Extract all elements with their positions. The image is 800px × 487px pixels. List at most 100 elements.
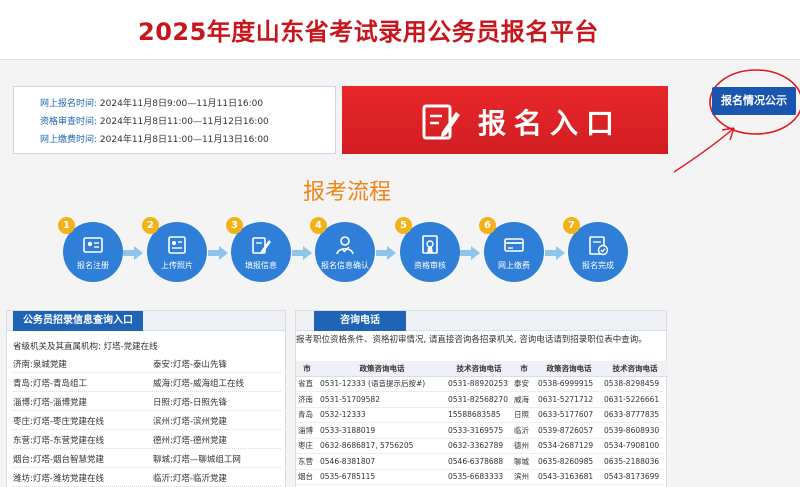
table-row: 枣庄 0632-8686817, 5756205 0632-3362789 德州 053… [296,438,668,454]
column-header: 政策咨询电话 [536,361,602,377]
table-cell: 0535-6683333 [446,469,512,485]
step-label: 报名信息确认 [321,261,369,270]
table-row: 青岛 0532-12333 15588683585 日照 0633-5177607 063… [296,407,668,423]
city-link[interactable]: 威海:灯塔-威海组工在线 [153,377,244,389]
step-label: 报名完成 [582,261,614,270]
schedule-label: 网上缴费时间: [40,135,98,145]
photo-icon [168,236,186,254]
table-cell: 0538-6999915 [536,376,602,392]
step-number: 2 [142,217,159,234]
flow-step-2[interactable]: 2 上传照片 [142,217,207,282]
list-item: 潍坊:灯塔-潍坊党建在线 临沂:灯塔-临沂党建 [13,469,281,487]
step-label: 资格审核 [414,261,446,270]
table-cell: 聊城 [512,453,536,470]
page-title: 2025年度山东省考试录用公务员报名平台 [138,18,599,46]
step-number: 7 [563,217,580,234]
payment-card-icon [504,238,524,252]
flow-title: 报考流程 [303,180,392,205]
table-cell: 0539-8608930 [602,422,668,439]
recruitment-info-panel: 公务员招录信息查询入口 省级机关及其直属机构: 灯塔-党建在线 济南:泉城党建 … [6,310,286,487]
table-cell: 青岛 [296,407,318,423]
provincial-link[interactable]: 省级机关及其直属机构: 灯塔-党建在线 [13,340,158,352]
table-row: 烟台 0535-6785115 0535-6683333 滨州 0543-3163681… [296,469,668,485]
city-link[interactable]: 东营:灯塔-东营党建在线 [13,434,104,446]
table-cell: 0531-88920253 [446,376,512,392]
step-label: 填报信息 [245,261,277,270]
city-link[interactable]: 枣庄:灯塔-枣庄党建在线 [13,415,104,427]
city-link[interactable]: 烟台:灯塔-烟台智慧党建 [13,453,104,465]
table-cell: 0531-12333 (语音提示后按#) [318,376,446,392]
city-link[interactable]: 德州:灯塔-德州党建 [153,434,227,446]
table-cell: 0631-5226661 [602,391,668,408]
panel-tab[interactable]: 咨询电话 [314,311,406,331]
city-link[interactable]: 济南:泉城党建 [13,358,67,370]
list-item: 淄博:灯塔-淄博党建 日照:灯塔-日照先锋 [13,393,281,411]
schedule-value: 2024年11月8日11:00—11月12日16:00 [99,117,269,127]
panel-tab[interactable]: 公务员招录信息查询入口 [13,311,143,331]
flow-step-5[interactable]: 5 资格审核 [395,217,460,282]
list-item: 青岛:灯塔-青岛组工 威海:灯塔-威海组工在线 [13,374,281,392]
annotation-circle-arrow [673,69,800,173]
flow-step-3[interactable]: 3 填报信息 [226,217,291,282]
table-cell: 0534-7908100 [602,438,668,454]
step-number: 4 [310,217,327,234]
step-label: 上传照片 [161,261,193,270]
table-row: 东营 0546-8381807 0546-6378688 聊城 0635-8260985… [296,453,668,470]
flow-step-4[interactable]: 4 报名信息确认 [310,217,375,282]
table-header-row: 市 政策咨询电话 技术咨询电话 市 政策咨询电话 技术咨询电话 [296,361,668,377]
table-cell: 日照 [512,407,536,423]
column-header: 技术咨询电话 [602,361,668,377]
consultation-table: 市 政策咨询电话 技术咨询电话 市 政策咨询电话 技术咨询电话 省直 0531-1… [296,361,668,485]
table-cell: 德州 [512,438,536,454]
city-link[interactable]: 临沂:灯塔-临沂党建 [153,472,227,484]
table-cell: 0632-3362789 [446,438,512,454]
flow-step-6[interactable]: 6 网上缴费 [479,217,544,282]
schedule-box: 网上报名时间: 2024年11月8日9:00—11月11日16:00 资格审查时… [13,86,336,154]
table-cell: 0538-8298459 [602,376,668,392]
city-link[interactable]: 淄博:灯塔-淄博党建 [13,396,87,408]
table-cell: 0533-3169575 [446,422,512,439]
schedule-row-review: 资格审查时间: 2024年11月8日11:00—11月12日16:00 [40,114,269,127]
list-item: 东营:灯塔-东营党建在线 德州:灯塔-德州党建 [13,431,281,449]
table-cell: 滨州 [512,469,536,485]
table-cell: 0631-5271712 [536,391,602,408]
table-cell: 0532-12333 [318,407,446,423]
table-cell: 省直 [296,376,318,392]
column-header: 市 [296,361,318,377]
flow-step-7[interactable]: 7 报名完成 [563,217,628,282]
table-cell: 淄博 [296,422,318,439]
table-cell: 0546-8381807 [318,453,446,470]
table-cell: 15588683585 [446,407,512,423]
table-cell: 0633-8777835 [602,407,668,423]
consultation-note: 报考职位资格条件、资格初审情况, 请直接咨询各招录机关, 咨询电话请到招录职位表… [296,335,647,345]
schedule-value: 2024年11月8日9:00—11月11日16:00 [99,99,264,109]
registration-entry-button[interactable]: 报名入口 [342,86,668,154]
flow-arrow-icon [545,246,565,260]
city-link[interactable]: 日照:灯塔-日照先锋 [153,396,227,408]
column-header: 技术咨询电话 [446,361,512,377]
table-cell: 0531-82568270 [446,391,512,408]
list-item: 烟台:灯塔-烟台智慧党建 聊城:灯塔—聊城组工网 [13,450,281,468]
flow-step-1[interactable]: 1 报名注册 [58,217,123,282]
table-cell: 0546-6378688 [446,453,512,470]
list-item: 枣庄:灯塔-枣庄党建在线 滨州:灯塔-滨州党建 [13,412,281,430]
city-link[interactable]: 聊城:灯塔—聊城组工网 [153,453,241,465]
registration-entry-label: 报名入口 [478,107,623,140]
city-link[interactable]: 潍坊:灯塔-潍坊党建在线 [13,472,104,484]
table-cell: 0534-2687129 [536,438,602,454]
panel-header: 咨询电话 [296,311,666,331]
city-link[interactable]: 青岛:灯塔-青岛组工 [13,377,87,389]
column-header: 政策咨询电话 [318,361,446,377]
user-confirm-icon [336,236,354,255]
schedule-value: 2024年11月8日11:00—11月13日16:00 [99,135,269,145]
city-link[interactable]: 泰安:灯塔-泰山先锋 [153,358,227,370]
id-card-icon [83,237,103,253]
city-link[interactable]: 滨州:灯塔-滨州党建 [153,415,227,427]
check-document-icon [589,236,609,256]
registration-publicity-button[interactable]: 报名情况公示 [712,87,796,115]
table-cell: 0635-8260985 [536,453,602,470]
table-cell: 0531-51709582 [318,391,446,408]
certificate-icon [422,235,438,254]
step-number: 6 [479,217,496,234]
flow-arrow-icon [460,246,480,260]
